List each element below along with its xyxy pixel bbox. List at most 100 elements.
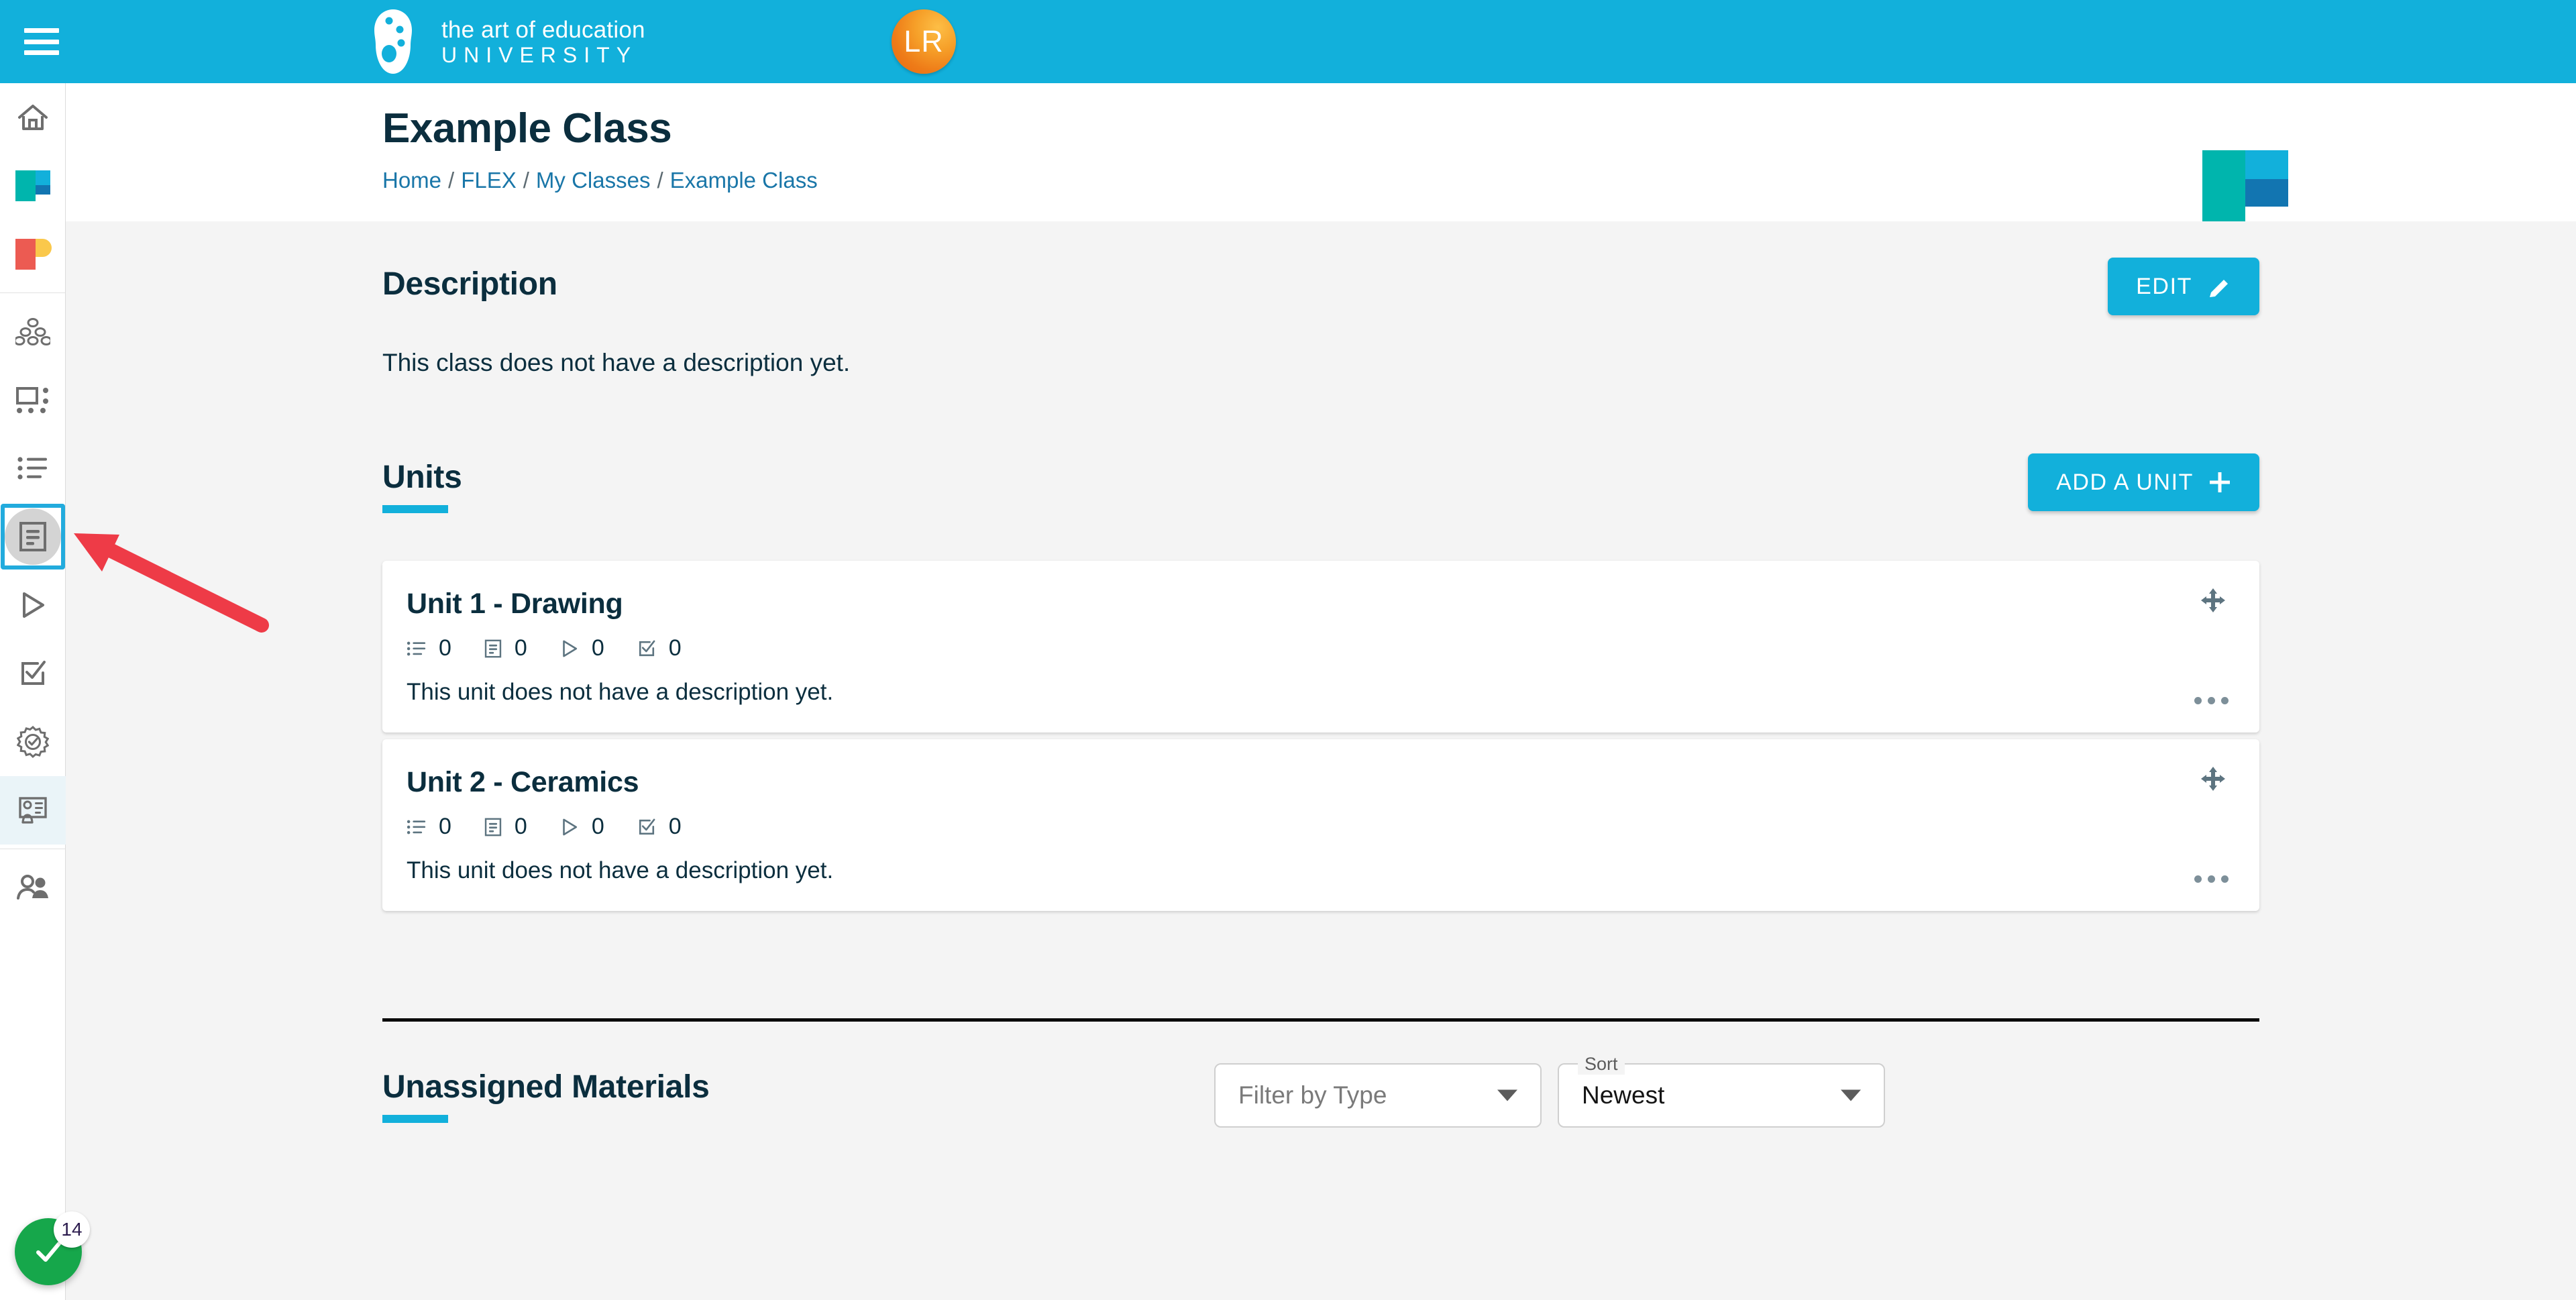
sidebar-item-presentations[interactable] <box>0 776 66 845</box>
left-sidebar <box>0 83 66 1300</box>
unit-title: Unit 1 - Drawing <box>407 588 623 620</box>
unit-title: Unit 2 - Ceramics <box>407 766 639 798</box>
metric-videos: 0 <box>559 635 604 661</box>
pencil-icon <box>2210 280 2228 297</box>
metric-count: 0 <box>668 635 682 661</box>
play-triangle-icon <box>563 818 577 835</box>
breadcrumb-item-home[interactable]: Home <box>382 168 441 193</box>
units-accent-bar <box>382 505 448 513</box>
metric-count: 0 <box>439 635 451 661</box>
sidebar-item-flex[interactable] <box>0 152 66 220</box>
metric-documents: 0 <box>484 635 527 661</box>
metric-count: 0 <box>591 814 604 839</box>
metric-count: 0 <box>514 635 527 661</box>
page-header: Example Class Home / FLEX / My Classes /… <box>66 83 2576 236</box>
more-dots-icon[interactable] <box>2194 697 2229 704</box>
chevron-down-icon <box>1841 1089 1861 1101</box>
sidebar-item-assessments[interactable] <box>0 639 66 708</box>
sidebar-item-pro[interactable] <box>0 220 66 288</box>
metric-count: 0 <box>591 635 604 661</box>
breadcrumb-separator: / <box>657 168 663 193</box>
flex-logo-icon <box>15 170 50 201</box>
list-bullets-icon <box>407 820 426 834</box>
filter-by-type-select[interactable]: Filter by Type <box>1214 1063 1542 1128</box>
metric-count: 0 <box>439 814 451 839</box>
brand-logo[interactable]: the art of education UNIVERSITY <box>362 9 645 74</box>
sidebar-item-layout[interactable] <box>0 366 66 434</box>
more-dots-icon[interactable] <box>2194 875 2229 883</box>
plus-icon <box>2210 472 2230 492</box>
sidebar-item-list[interactable] <box>0 434 66 502</box>
edit-button[interactable]: EDIT <box>2108 258 2259 315</box>
sort-label: Sort <box>1578 1054 1625 1075</box>
description-heading: Description <box>382 266 557 302</box>
metric-lessons: 0 <box>407 814 451 840</box>
sort-select[interactable]: Sort Newest <box>1558 1054 1885 1128</box>
breadcrumb-separator: / <box>523 168 529 193</box>
sidebar-item-community[interactable] <box>0 297 66 366</box>
sidebar-item-videos[interactable] <box>0 571 66 639</box>
sort-value: Newest <box>1582 1081 1665 1109</box>
play-triangle-icon <box>23 592 44 618</box>
award-badge-icon <box>17 726 49 758</box>
breadcrumb-item-example-class[interactable]: Example Class <box>670 168 818 193</box>
sidebar-item-students[interactable] <box>0 853 66 922</box>
sidebar-item-standards[interactable] <box>0 708 66 776</box>
people-icon <box>17 875 48 900</box>
sidebar-item-home[interactable] <box>0 83 66 152</box>
metric-count: 0 <box>514 814 527 839</box>
unit-description: This unit does not have a description ye… <box>407 857 834 883</box>
breadcrumb: Home / FLEX / My Classes / Example Class <box>382 168 818 193</box>
unit-card[interactable]: Unit 2 - Ceramics 0 0 0 0 This unit does… <box>382 739 2259 911</box>
checkbox-check-icon <box>639 640 655 656</box>
metric-documents: 0 <box>484 814 527 840</box>
unassigned-accent-bar <box>382 1115 448 1123</box>
metric-count: 0 <box>668 814 682 839</box>
add-a-unit-label: ADD A UNIT <box>2056 469 2194 495</box>
document-lines-icon <box>484 639 502 657</box>
chevron-down-icon <box>1497 1089 1517 1101</box>
metric-lessons: 0 <box>407 635 451 661</box>
play-triangle-icon <box>563 640 577 657</box>
document-lines-icon <box>19 522 46 551</box>
breadcrumb-separator: / <box>448 168 455 193</box>
metric-assessments: 0 <box>637 635 682 661</box>
unit-card[interactable]: Unit 1 - Drawing 0 0 0 0 This unit does … <box>382 561 2259 733</box>
pro-logo-icon <box>15 239 52 270</box>
units-heading: Units <box>382 459 462 495</box>
breadcrumb-item-my-classes[interactable]: My Classes <box>536 168 651 193</box>
layout-grid-icon <box>16 387 48 413</box>
metric-assessments: 0 <box>637 814 682 840</box>
metric-videos: 0 <box>559 814 604 840</box>
unit-description: This unit does not have a description ye… <box>407 679 834 705</box>
help-fab-button[interactable]: 14 <box>15 1211 90 1285</box>
sidebar-divider <box>0 292 65 293</box>
main-content: Description EDIT This class does not hav… <box>66 221 2576 1300</box>
checkbox-check-icon <box>639 818 655 834</box>
palette-icon <box>374 9 412 74</box>
breadcrumb-item-flex[interactable]: FLEX <box>461 168 517 193</box>
add-a-unit-button[interactable]: ADD A UNIT <box>2028 453 2259 511</box>
page-title: Example Class <box>382 105 672 152</box>
avatar[interactable]: LR <box>892 9 956 74</box>
list-bullets-icon <box>17 457 47 480</box>
section-divider <box>382 1018 2259 1022</box>
description-text: This class does not have a description y… <box>382 349 851 376</box>
sidebar-item-classes[interactable] <box>0 502 66 571</box>
move-arrows-icon[interactable] <box>2200 766 2226 795</box>
brand-line-1: the art of education <box>441 16 645 43</box>
fab-badge-count: 14 <box>54 1211 90 1248</box>
top-app-bar: the art of education UNIVERSITY LR <box>0 0 2576 83</box>
unit-metrics: 0 0 0 0 <box>407 814 2224 840</box>
checkbox-edit-icon <box>21 661 46 685</box>
unit-metrics: 0 0 0 0 <box>407 635 2224 661</box>
brand-line-2: UNIVERSITY <box>441 42 638 67</box>
move-arrows-icon[interactable] <box>2200 588 2226 616</box>
home-icon <box>18 105 48 130</box>
hamburger-menu-icon[interactable] <box>24 28 59 55</box>
list-bullets-icon <box>407 641 426 655</box>
document-lines-icon <box>484 818 502 836</box>
community-group-icon <box>15 318 50 345</box>
edit-button-label: EDIT <box>2136 273 2192 299</box>
filter-by-type-placeholder: Filter by Type <box>1238 1081 1387 1109</box>
